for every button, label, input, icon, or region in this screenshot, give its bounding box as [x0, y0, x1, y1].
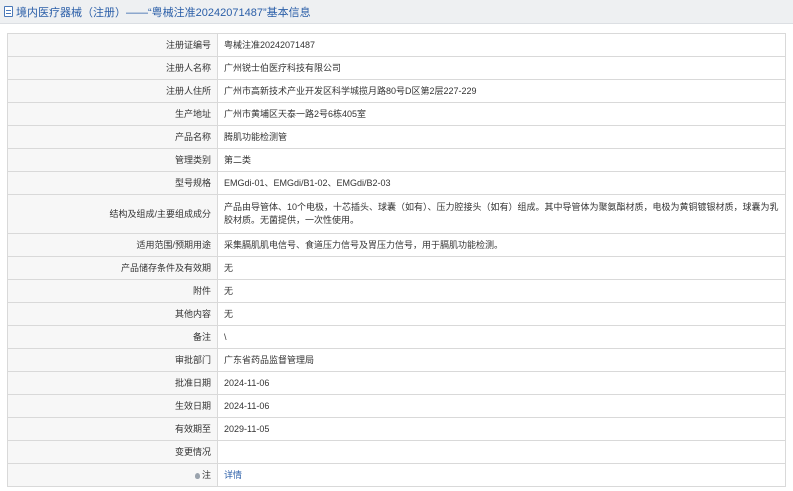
table-row: 结构及组成/主要组成成分 产品由导管体、10个电极，十芯插头、球囊（如有）、压力… — [7, 194, 786, 234]
row-label: 管理类别 — [7, 148, 218, 172]
row-label: 适用范围/预期用途 — [7, 233, 218, 257]
row-label: 批准日期 — [7, 371, 218, 395]
table-row: 变更情况 — [7, 440, 786, 464]
row-value: 无 — [217, 256, 786, 280]
detail-link[interactable]: 详情 — [224, 470, 242, 480]
table-row: 审批部门 广东省药品监督管理局 — [7, 348, 786, 372]
row-label: 生效日期 — [7, 394, 218, 418]
row-label: 结构及组成/主要组成成分 — [7, 194, 218, 234]
table-row: 注册人住所 广州市高新技术产业开发区科学城揽月路80号D区第2层227-229 — [7, 79, 786, 103]
page-header: 境内医疗器械（注册）——“粤械注准20242071487”基本信息 — [0, 0, 793, 24]
row-value: 广州锐士伯医疗科技有限公司 — [217, 56, 786, 80]
row-label: 注册人名称 — [7, 56, 218, 80]
row-value: 腾肌功能检测管 — [217, 125, 786, 149]
row-label: 其他内容 — [7, 302, 218, 326]
row-value: 产品由导管体、10个电极，十芯插头、球囊（如有）、压力腔接头（如有）组成。其中导… — [217, 194, 786, 234]
note-row: 注 详情 — [7, 463, 786, 487]
table-row: 生效日期 2024-11-06 — [7, 394, 786, 418]
bulb-icon — [194, 472, 200, 479]
table-row: 适用范围/预期用途 采集膈肌肌电信号、食道压力信号及胃压力信号，用于膈肌功能检测… — [7, 233, 786, 257]
row-label: 备注 — [7, 325, 218, 349]
row-label: 注册人住所 — [7, 79, 218, 103]
info-table: 注册证编号 粤械注准20242071487 注册人名称 广州锐士伯医疗科技有限公… — [7, 33, 786, 487]
table-row: 批准日期 2024-11-06 — [7, 371, 786, 395]
table-row: 注册人名称 广州锐士伯医疗科技有限公司 — [7, 56, 786, 80]
table-row: 管理类别 第二类 — [7, 148, 786, 172]
row-label: 审批部门 — [7, 348, 218, 372]
table-row: 备注 \ — [7, 325, 786, 349]
row-label: 型号规格 — [7, 171, 218, 195]
row-label: 有效期至 — [7, 417, 218, 441]
row-label: 产品名称 — [7, 125, 218, 149]
note-value-cell: 详情 — [217, 463, 786, 487]
row-value: 第二类 — [217, 148, 786, 172]
row-value: 粤械注准20242071487 — [217, 33, 786, 57]
row-label: 生产地址 — [7, 102, 218, 126]
row-value: 广东省药品监督管理局 — [217, 348, 786, 372]
row-value — [217, 440, 786, 464]
table-row: 生产地址 广州市黄埔区天泰一路2号6栋405室 — [7, 102, 786, 126]
table-row: 附件 无 — [7, 279, 786, 303]
row-label: 产品储存条件及有效期 — [7, 256, 218, 280]
page-title: 境内医疗器械（注册）——“粤械注准20242071487”基本信息 — [16, 6, 311, 19]
row-label: 变更情况 — [7, 440, 218, 464]
row-value: 广州市高新技术产业开发区科学城揽月路80号D区第2层227-229 — [217, 79, 786, 103]
table-row: 注册证编号 粤械注准20242071487 — [7, 33, 786, 57]
row-label: 附件 — [7, 279, 218, 303]
table-row: 其他内容 无 — [7, 302, 786, 326]
note-label-cell: 注 — [7, 463, 218, 487]
table-row: 产品储存条件及有效期 无 — [7, 256, 786, 280]
row-value: 2024-11-06 — [217, 394, 786, 418]
row-value: \ — [217, 325, 786, 349]
table-row: 型号规格 EMGdi-01、EMGdi/B1-02、EMGdi/B2-03 — [7, 171, 786, 195]
row-value: 采集膈肌肌电信号、食道压力信号及胃压力信号，用于膈肌功能检测。 — [217, 233, 786, 257]
row-value: EMGdi-01、EMGdi/B1-02、EMGdi/B2-03 — [217, 171, 786, 195]
row-value: 无 — [217, 302, 786, 326]
table-row: 产品名称 腾肌功能检测管 — [7, 125, 786, 149]
row-value: 无 — [217, 279, 786, 303]
row-value: 2024-11-06 — [217, 371, 786, 395]
note-label: 注 — [201, 469, 211, 480]
row-value: 2029-11-05 — [217, 417, 786, 441]
row-value: 广州市黄埔区天泰一路2号6栋405室 — [217, 102, 786, 126]
document-icon — [4, 6, 13, 17]
row-label: 注册证编号 — [7, 33, 218, 57]
table-row: 有效期至 2029-11-05 — [7, 417, 786, 441]
